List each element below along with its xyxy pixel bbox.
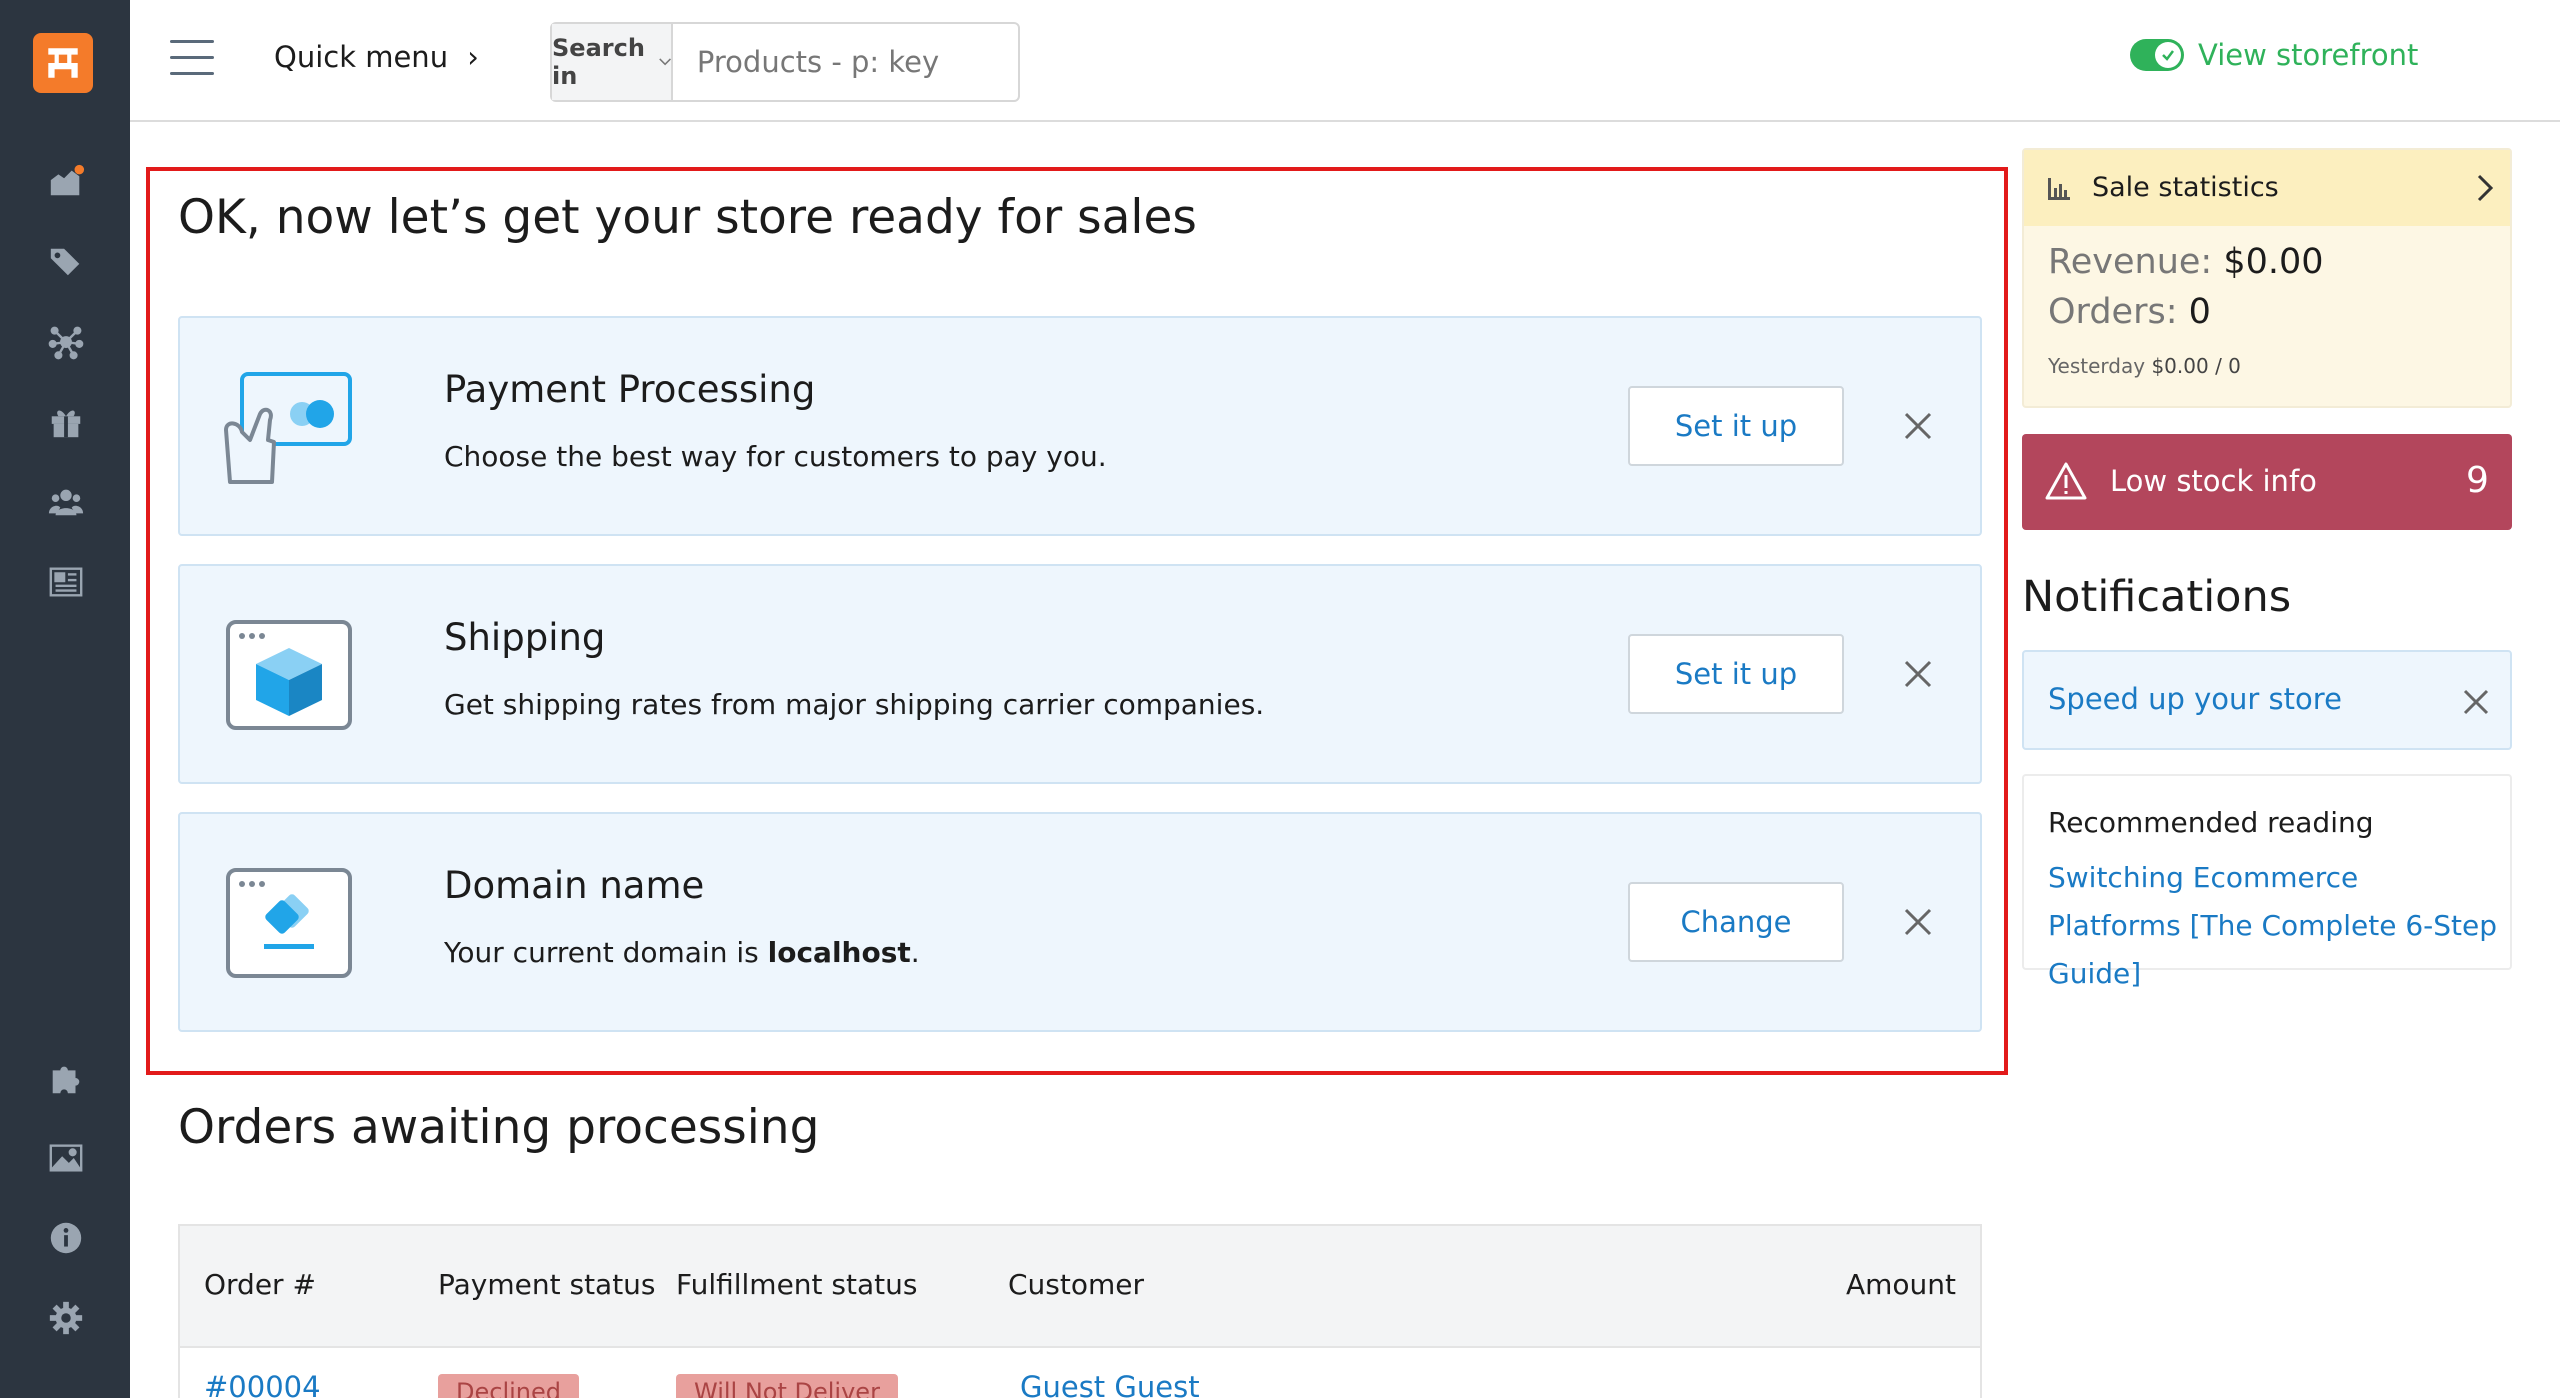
notification-item: Speed up your store xyxy=(2022,650,2512,750)
setup-title: OK, now let’s get your store ready for s… xyxy=(178,190,1197,245)
orders-section-title: Orders awaiting processing xyxy=(178,1100,820,1155)
close-icon[interactable] xyxy=(1900,656,1936,692)
column-header[interactable]: Fulfillment status xyxy=(676,1268,917,1301)
notifications-title: Notifications xyxy=(2022,572,2292,622)
orders-line: Orders: 0 xyxy=(2048,292,2211,332)
content-icon[interactable] xyxy=(44,560,88,604)
chevron-down-icon xyxy=(658,58,671,66)
low-stock-info-button[interactable]: Low stock info 9 xyxy=(2022,434,2512,530)
logo-icon xyxy=(48,48,78,78)
recommended-reading-link[interactable]: Switching Ecommerce Platforms [The Compl… xyxy=(2048,854,2498,998)
storefront-toggle[interactable] xyxy=(2130,39,2184,71)
sidebar xyxy=(0,0,130,1398)
settings-icon[interactable] xyxy=(44,1296,88,1340)
chevron-right-icon xyxy=(2477,174,2494,202)
orders-icon[interactable] xyxy=(44,160,88,204)
images-icon[interactable] xyxy=(44,1136,88,1180)
fulfillment-status-badge[interactable]: Will Not Deliver xyxy=(676,1374,898,1398)
yesterday-value: $0.00 / 0 xyxy=(2151,354,2241,378)
card-title: Shipping xyxy=(444,616,606,659)
orders-table: Order # Payment status Fulfillment statu… xyxy=(178,1224,1982,1398)
revenue-value: $0.00 xyxy=(2223,242,2324,282)
low-stock-count: 9 xyxy=(2466,460,2489,501)
customers-icon[interactable] xyxy=(44,480,88,524)
shipping-set-it-up-button[interactable]: Set it up xyxy=(1628,634,1844,714)
hamburger-menu-icon[interactable] xyxy=(170,40,214,80)
payment-processing-card: Payment Processing Choose the best way f… xyxy=(178,316,1982,536)
addons-icon[interactable] xyxy=(44,1056,88,1100)
search-input[interactable] xyxy=(672,24,1064,100)
view-storefront-link[interactable]: View storefront xyxy=(2130,38,2418,72)
domain-description-suffix: . xyxy=(910,936,920,969)
app-logo[interactable] xyxy=(33,33,93,93)
column-header[interactable]: Payment status xyxy=(438,1268,656,1301)
yesterday-line: Yesterday $0.00 / 0 xyxy=(2048,354,2241,378)
column-header[interactable]: Order # xyxy=(204,1268,316,1301)
check-icon xyxy=(2162,50,2174,61)
customer-link[interactable]: Guest Guest xyxy=(1020,1370,1200,1398)
search-in-dropdown[interactable]: Search in xyxy=(552,24,673,100)
top-header: Quick menu › Search in View storefront › xyxy=(130,0,2560,122)
promotions-icon[interactable] xyxy=(44,400,88,444)
revenue-label: Revenue: xyxy=(2048,242,2213,282)
domain-description-prefix: Your current domain is xyxy=(444,936,768,969)
chevron-right-icon: › xyxy=(467,40,479,74)
orders-label: Orders: xyxy=(2048,292,2178,332)
domain-name-card: Domain name Your current domain is local… xyxy=(178,812,1982,1032)
search-box: Search in xyxy=(550,22,1064,102)
revenue-line: Revenue: $0.00 xyxy=(2048,242,2324,282)
info-icon[interactable] xyxy=(44,1216,88,1260)
sale-statistics-panel: Sale statistics Revenue: $0.00 Orders: 0… xyxy=(2022,148,2512,408)
warning-icon xyxy=(2045,462,2087,500)
column-header[interactable]: Customer xyxy=(1008,1268,1144,1301)
card-title: Domain name xyxy=(444,864,705,907)
catalog-icon[interactable] xyxy=(44,320,88,364)
recommended-reading-card: Recommended reading Switching Ecommerce … xyxy=(2022,774,2512,990)
card-description: Choose the best way for customers to pay… xyxy=(444,440,1107,473)
view-storefront-label: View storefront xyxy=(2198,38,2419,72)
quick-menu-button[interactable]: Quick menu › xyxy=(274,40,479,74)
orders-table-header: Order # Payment status Fulfillment statu… xyxy=(180,1226,1980,1348)
card-description: Get shipping rates from major shipping c… xyxy=(444,688,1265,721)
low-stock-label: Low stock info xyxy=(2110,464,2317,498)
yesterday-label: Yesterday xyxy=(2048,354,2146,378)
bar-chart-icon xyxy=(2048,178,2070,200)
orders-value: 0 xyxy=(2188,292,2211,332)
domain-change-button[interactable]: Change xyxy=(1628,882,1844,962)
close-icon[interactable] xyxy=(1900,904,1936,940)
close-icon[interactable] xyxy=(1900,408,1936,444)
card-title: Payment Processing xyxy=(444,368,816,411)
column-header[interactable]: Amount xyxy=(1846,1268,1956,1301)
quick-menu-label: Quick menu xyxy=(274,40,449,74)
sale-statistics-header[interactable]: Sale statistics xyxy=(2024,150,2510,226)
close-icon[interactable] xyxy=(2460,686,2492,718)
card-description: Your current domain is localhost. xyxy=(444,936,920,969)
domain-name-icon xyxy=(226,868,352,978)
shipping-card: Shipping Get shipping rates from major s… xyxy=(178,564,1982,784)
shipping-box-icon xyxy=(226,620,352,730)
search-in-label: Search in xyxy=(552,34,645,90)
speed-up-store-link[interactable]: Speed up your store xyxy=(2048,682,2342,716)
recommended-reading-title: Recommended reading xyxy=(2048,806,2374,839)
sale-statistics-title: Sale statistics xyxy=(2092,172,2279,203)
products-icon[interactable] xyxy=(44,240,88,284)
current-domain: localhost xyxy=(767,936,911,969)
payment-status-badge[interactable]: Declined xyxy=(438,1374,579,1398)
payment-set-it-up-button[interactable]: Set it up xyxy=(1628,386,1844,466)
payment-processing-icon xyxy=(224,372,352,484)
order-number-link[interactable]: #00004 xyxy=(204,1370,321,1398)
